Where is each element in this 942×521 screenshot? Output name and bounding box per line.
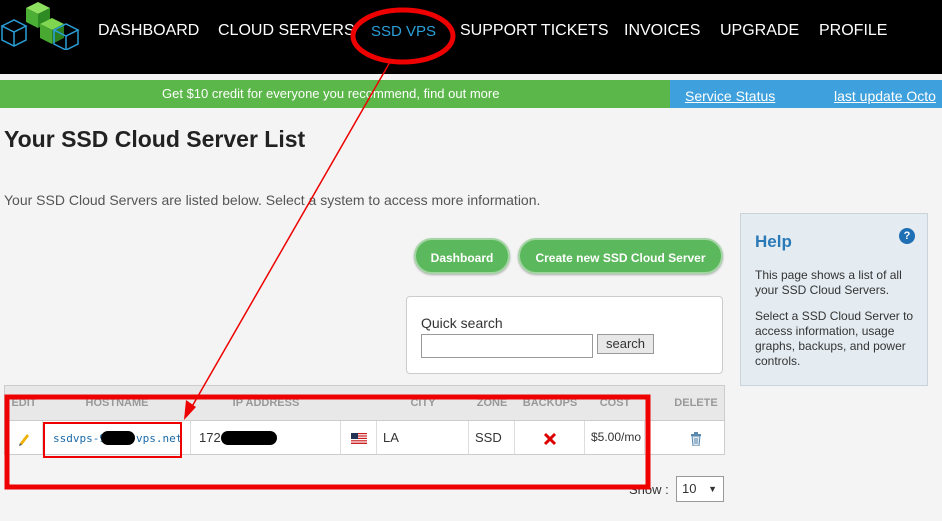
show-label: Show : (629, 482, 669, 497)
ip-start: 172 (199, 430, 221, 445)
pencil-icon[interactable] (17, 432, 31, 446)
col-ip-address: IP ADDRESS (232, 397, 300, 409)
col-zone: ZONE (476, 397, 508, 409)
page-size-value[interactable]: 10 (682, 481, 696, 496)
col-backups: BACKUPS (522, 397, 578, 409)
page-title: Your SSD Cloud Server List (4, 126, 306, 152)
last-update-link[interactable]: last update Octo (834, 88, 936, 104)
hostname-redaction (101, 431, 135, 445)
chevron-down-icon[interactable]: ▼ (708, 477, 717, 501)
nav-profile[interactable]: PROFILE (819, 22, 887, 40)
trash-icon[interactable] (690, 431, 702, 447)
nav-dashboard[interactable]: DASHBOARD (98, 22, 199, 40)
col-city: CITY (410, 397, 436, 409)
flag-cell (341, 421, 377, 454)
nav-invoices[interactable]: INVOICES (624, 22, 700, 40)
col-cost: COST (599, 397, 631, 409)
question-icon[interactable]: ? (899, 228, 915, 244)
cost-cell: $5.00/mo (585, 421, 645, 454)
nav-upgrade[interactable]: UPGRADE (720, 22, 799, 40)
cross-icon (543, 432, 556, 445)
referral-banner[interactable]: Get $10 credit for everyone you recommen… (0, 80, 670, 108)
ip-redaction (221, 431, 277, 445)
service-status-link[interactable]: Service Status (685, 88, 775, 104)
create-server-button[interactable]: Create new SSD Cloud Server (518, 238, 723, 274)
annotation-arrow (189, 61, 391, 411)
backups-cell (515, 421, 585, 454)
search-button[interactable]: search (597, 334, 654, 354)
referral-text[interactable]: Get $10 credit for everyone you recommen… (162, 86, 499, 101)
cubes-logo-icon[interactable] (0, 0, 82, 50)
page-intro: Your SSD Cloud Servers are listed below.… (4, 192, 541, 208)
edit-cell[interactable] (5, 421, 43, 454)
help-panel: Help ? This page shows a list of all you… (740, 213, 928, 386)
quick-search-panel: Quick search search (406, 296, 723, 374)
help-text-2: Select a SSD Cloud Server to access info… (755, 309, 914, 368)
col-hostname: HOSTNAME (85, 397, 149, 409)
ip-cell: 172 (191, 421, 341, 454)
status-banner: Service Status last update Octo (670, 80, 942, 108)
nav-support-tickets[interactable]: SUPPORT TICKETS (460, 22, 608, 40)
table-row[interactable]: ssdvps-9 vps.net 172 LA SSD $5.00/mo (4, 421, 725, 455)
dashboard-button[interactable]: Dashboard (414, 238, 510, 274)
page-size-select[interactable]: 10 ▼ (676, 476, 724, 502)
quick-search-label: Quick search (421, 315, 503, 331)
help-text-1: This page shows a list of all your SSD C… (755, 268, 902, 297)
delete-cell[interactable] (667, 421, 725, 454)
city-cell: LA (377, 421, 469, 454)
hostname-end[interactable]: vps.net (136, 432, 182, 445)
table-header: EDIT HOSTNAME IP ADDRESS CITY ZONE BACKU… (4, 385, 725, 421)
col-delete: DELETE (674, 397, 718, 409)
nav-ssd-vps[interactable]: SSD VPS (371, 23, 436, 40)
help-title: Help (755, 232, 792, 251)
col-edit: EDIT (11, 397, 37, 409)
zone-cell: SSD (469, 421, 515, 454)
top-nav: DASHBOARD CLOUD SERVERS SSD VPS SUPPORT … (0, 0, 942, 74)
us-flag-icon (350, 433, 367, 445)
nav-cloud-servers[interactable]: CLOUD SERVERS (218, 22, 355, 40)
hostname-start[interactable]: ssdvps-9 (53, 432, 106, 445)
quick-search-input[interactable] (421, 334, 593, 358)
hostname-cell[interactable]: ssdvps-9 vps.net (43, 421, 191, 454)
